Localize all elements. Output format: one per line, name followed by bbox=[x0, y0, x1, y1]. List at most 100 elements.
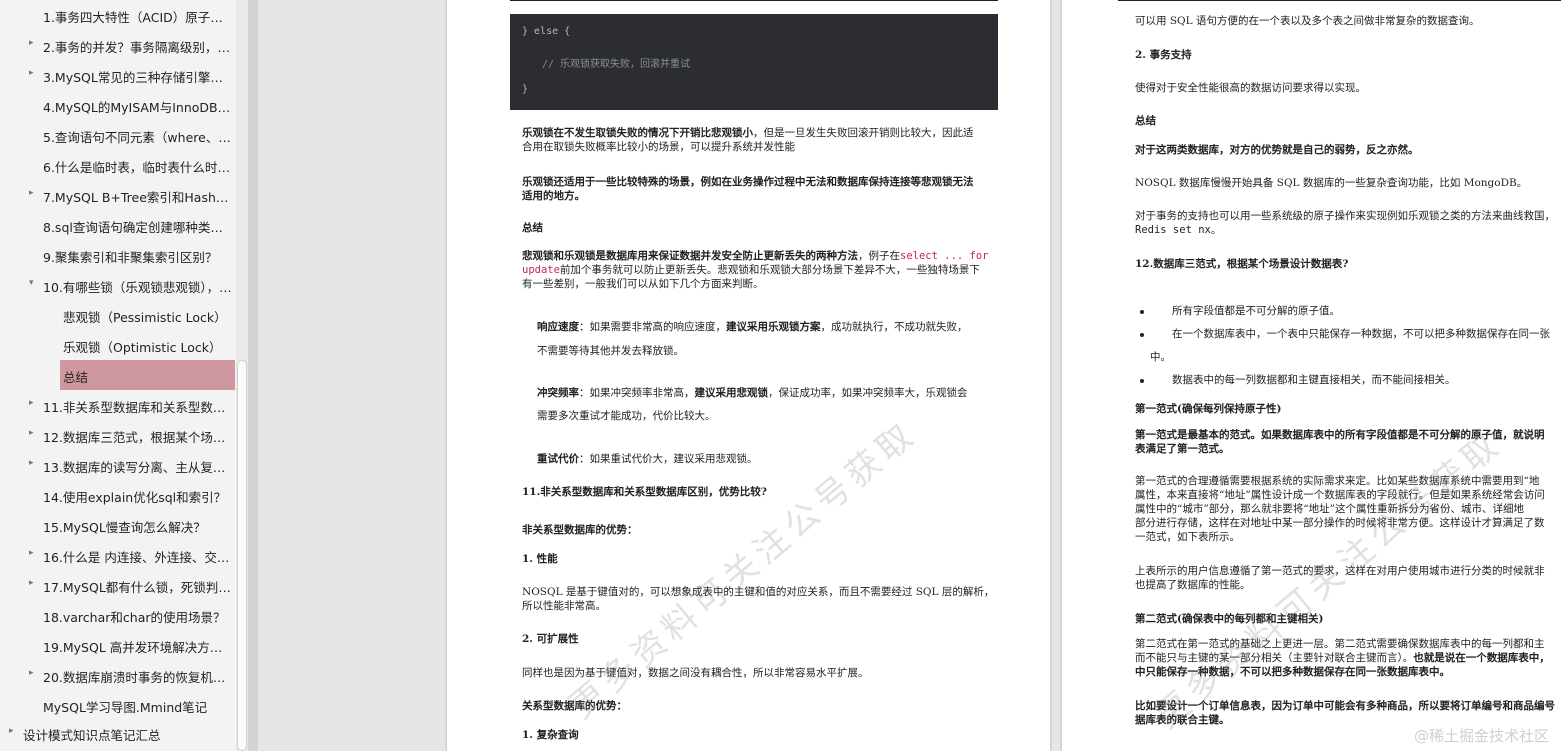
paragraph-line: 重试代价：如果重试代价大，建议采用悲观锁。 bbox=[537, 453, 758, 465]
outline-item-label: 7.MySQL B+Tree索引和Hash索... bbox=[43, 190, 232, 205]
paragraph-line: 对于事务的支持也可以用一些系统级的原子操作来实现例如乐观锁之类的方法来曲线救国， bbox=[1135, 210, 1555, 222]
outline-item[interactable]: MySQL学习导图.Mmind笔记 bbox=[0, 690, 236, 720]
top-rule bbox=[1118, 0, 1561, 1]
code-block: } else { // 乐观锁获取失败，回滚并重试 } bbox=[510, 14, 998, 110]
outline-item-active[interactable]: 总结 bbox=[60, 360, 235, 390]
chevron-right-icon[interactable]: ▸ bbox=[29, 428, 34, 438]
list-item: 所有字段值都是不可分解的原子值。 bbox=[1172, 305, 1340, 317]
outline-item[interactable]: ▸ 17.MySQL都有什么锁，死锁判定... bbox=[0, 570, 236, 600]
paragraph-line: NOSQL 是基于键值对的，可以想象成表中的主键和值的对应关系，而且不需要经过 … bbox=[522, 586, 995, 598]
sub-heading: 第一范式(确保每列保持原子性) bbox=[1135, 403, 1282, 415]
outline-item[interactable]: 4.MySQL的MyISAM与InnoDB两... bbox=[0, 90, 236, 120]
list-item: 在一个数据库表中，一个表中只能保存一种数据，不可以把多种数据保存在同一张 bbox=[1172, 328, 1550, 340]
outline-item[interactable]: 1.事务四大特性（ACID）原子性... bbox=[0, 0, 236, 30]
outline-item-label: 12.数据库三范式，根据某个场景... bbox=[43, 430, 232, 445]
list-item-cont: 中。 bbox=[1150, 351, 1171, 363]
chevron-right-icon[interactable]: ▸ bbox=[9, 726, 14, 736]
outline-item-label: 19.MySQL 高并发环境解决方案？ bbox=[43, 640, 232, 655]
paragraph-line: 有一些差别，一般我们可以从如下几个方面来判断。 bbox=[522, 278, 764, 290]
outline-item[interactable]: ▸ 7.MySQL B+Tree索引和Hash索... bbox=[0, 180, 236, 210]
chevron-right-icon[interactable]: ▸ bbox=[29, 668, 34, 678]
chevron-right-icon[interactable]: ▸ bbox=[29, 458, 34, 468]
outline-sidebar: 1.事务四大特性（ACID）原子性... ▸ 2.事务的并发？事务隔离级别，每...… bbox=[0, 0, 248, 751]
outline-item-label: 2.事务的并发？事务隔离级别，每... bbox=[43, 40, 232, 55]
chevron-right-icon[interactable]: ▸ bbox=[29, 398, 34, 408]
paragraph-line: 不需要等待其他并发去释放锁。 bbox=[537, 345, 684, 357]
code-line: } bbox=[522, 84, 529, 95]
sidebar-scrollbar-thumb[interactable] bbox=[237, 360, 247, 751]
outline-item[interactable]: 19.MySQL 高并发环境解决方案？ bbox=[0, 630, 236, 660]
outline-item[interactable]: ▸ 3.MySQL常见的三种存储引擎（I... bbox=[0, 60, 236, 90]
outline-item-label: 20.数据库崩溃时事务的恢复机制... bbox=[43, 670, 232, 685]
outline-item[interactable]: 6.什么是临时表，临时表什么时候... bbox=[0, 150, 236, 180]
paragraph-line: 一范式，如下表所示。 bbox=[1135, 531, 1240, 543]
outline-item[interactable]: ▾ 10.有哪些锁（乐观锁悲观锁），s... bbox=[0, 270, 236, 300]
code-line: } else { bbox=[522, 26, 571, 37]
outline-item[interactable]: 8.sql查询语句确定创建哪种类型... bbox=[0, 210, 236, 240]
paragraph-line: 属性中的“城市”部分，那么就非要将“地址”这个属性重新拆分为省份、城市、详细地 bbox=[1135, 503, 1524, 515]
sub-heading: 2. 可扩展性 bbox=[522, 633, 579, 645]
paragraph-line: 响应速度：如果需要非常高的响应速度，建议采用乐观锁方案，成功就执行，不成功就失败… bbox=[537, 321, 968, 333]
outline-item[interactable]: ▸ 12.数据库三范式，根据某个场景... bbox=[0, 420, 236, 450]
code-comment: // 乐观锁获取失败，回滚并重试 bbox=[542, 59, 691, 70]
outline-item-label: 1.事务四大特性（ACID）原子性... bbox=[43, 10, 232, 25]
section-heading: 11.非关系型数据库和关系型数据库区别，优势比较? bbox=[522, 486, 767, 498]
outline-item[interactable]: ▸ 设计模式知识点笔记汇总 bbox=[0, 718, 236, 748]
paragraph-line: 对于这两类数据库，对方的优势就是自己的弱势，反之亦然。 bbox=[1135, 144, 1419, 156]
paragraph-line: Redis set nx。 bbox=[1135, 224, 1222, 236]
chevron-right-icon[interactable]: ▸ bbox=[29, 578, 34, 588]
outline-item-label: MySQL学习导图.Mmind笔记 bbox=[43, 700, 208, 715]
chevron-right-icon[interactable]: ▸ bbox=[29, 38, 34, 48]
outline-item[interactable]: ▸ 2.事务的并发？事务隔离级别，每... bbox=[0, 30, 236, 60]
paragraph-line: 合用在取锁失败概率比较小的场景，可以提升系统并发性能 bbox=[522, 141, 795, 153]
outline-item-label: 悲观锁（Pessimistic Lock） bbox=[63, 310, 227, 325]
paragraph-line: 第二范式在第一范式的基础之上更进一层。第二范式需要确保数据库表中的每一列都和主 bbox=[1135, 638, 1545, 650]
outline-item-label: 总结 bbox=[63, 370, 89, 385]
outline-item-label: 10.有哪些锁（乐观锁悲观锁），s... bbox=[43, 280, 232, 295]
chevron-right-icon[interactable]: ▸ bbox=[29, 188, 34, 198]
outline-item-label: 15.MySQL慢查询怎么解决？ bbox=[43, 520, 206, 535]
paragraph-line: 需要多次重试才能成功，代价比较大。 bbox=[537, 410, 716, 422]
outline-item-label: 3.MySQL常见的三种存储引擎（I... bbox=[43, 70, 232, 85]
outline-item-label: 16.什么是 内连接、外连接、交叉... bbox=[43, 550, 232, 565]
chevron-right-icon[interactable]: ▸ bbox=[29, 548, 34, 558]
section-heading: 总结 bbox=[1135, 115, 1156, 127]
outline-item[interactable]: ▸ 20.数据库崩溃时事务的恢复机制... bbox=[0, 660, 236, 690]
bullet-icon bbox=[1140, 310, 1144, 314]
site-credit: @稀土掘金技术社区 bbox=[1413, 727, 1549, 745]
paragraph-line: 也提高了数据库的性能。 bbox=[1135, 579, 1251, 591]
outline-item-label: 11.非关系型数据库和关系型数据... bbox=[43, 400, 232, 415]
paragraph-line: 冲突频率：如果冲突频率非常高，建议采用悲观锁，保证成功率，如果冲突频率大，乐观锁… bbox=[537, 387, 968, 399]
paragraph-line: 所以性能非常高。 bbox=[522, 600, 606, 612]
chevron-right-icon[interactable]: ▸ bbox=[29, 68, 34, 78]
outline-item[interactable]: ▸ 16.什么是 内连接、外连接、交叉... bbox=[0, 540, 236, 570]
outline-item[interactable]: 5.查询语句不同元素（where、jio... bbox=[0, 120, 236, 150]
outline-item-label: 14.使用explain优化sql和索引？ bbox=[43, 490, 227, 505]
chevron-down-icon[interactable]: ▾ bbox=[29, 278, 34, 288]
paragraph-line: 使得对于安全性能很高的数据访问要求得以实现。 bbox=[1135, 82, 1366, 94]
outline-item[interactable]: ▸ 13.数据库的读写分离、主从复制... bbox=[0, 450, 236, 480]
sub-heading: 2. 事务支持 bbox=[1135, 49, 1192, 61]
section-heading: 12.数据库三范式，根据某个场景设计数据表? bbox=[1135, 258, 1349, 270]
outline-item-label: 9.聚集索引和非聚集索引区别？ bbox=[43, 250, 218, 265]
outline-item-label: 设计模式知识点笔记汇总 bbox=[23, 728, 161, 743]
outline-item[interactable]: 15.MySQL慢查询怎么解决？ bbox=[0, 510, 236, 540]
outline-item[interactable]: 18.varchar和char的使用场景？ bbox=[0, 600, 236, 630]
panel-divider[interactable] bbox=[248, 0, 258, 751]
outline-item[interactable]: 悲观锁（Pessimistic Lock） bbox=[0, 300, 236, 330]
outline-item[interactable]: 9.聚集索引和非聚集索引区别？ bbox=[0, 240, 236, 270]
outline-item-label: 4.MySQL的MyISAM与InnoDB两... bbox=[43, 100, 232, 115]
outline-item[interactable]: 乐观锁（Optimistic Lock） bbox=[0, 330, 236, 360]
paragraph-line: 乐观锁还适用于一些比较特殊的场景，例如在业务操作过程中无法和数据库保持连接等悲观… bbox=[522, 176, 974, 188]
paragraph-line: 悲观锁和乐观锁是数据库用来保证数据并发安全防止更新丢失的两种方法，例子在sele… bbox=[522, 250, 989, 262]
paragraph-line: 部分进行存储，这样在对地址中某一部分操作的时候将非常方便。这样设计才算满足了数 bbox=[1135, 517, 1545, 529]
paragraph-line: 可以用 SQL 语句方便的在一个表以及多个表之间做非常复杂的数据查询。 bbox=[1135, 15, 1480, 27]
bullet-icon bbox=[1140, 379, 1144, 383]
outline-item[interactable]: 14.使用explain优化sql和索引？ bbox=[0, 480, 236, 510]
top-rule bbox=[510, 0, 998, 1]
paragraph-line: 表满足了第一范式。 bbox=[1135, 443, 1230, 455]
document-page-left: } else { // 乐观锁获取失败，回滚并重试 } 乐观锁在不发生取锁失败的… bbox=[447, 0, 1050, 751]
outline-item-label: 8.sql查询语句确定创建哪种类型... bbox=[43, 220, 232, 235]
outline-item[interactable]: ▸ 11.非关系型数据库和关系型数据... bbox=[0, 390, 236, 420]
list-item: 数据表中的每一列数据都和主键直接相关，而不能间接相关。 bbox=[1172, 374, 1456, 386]
